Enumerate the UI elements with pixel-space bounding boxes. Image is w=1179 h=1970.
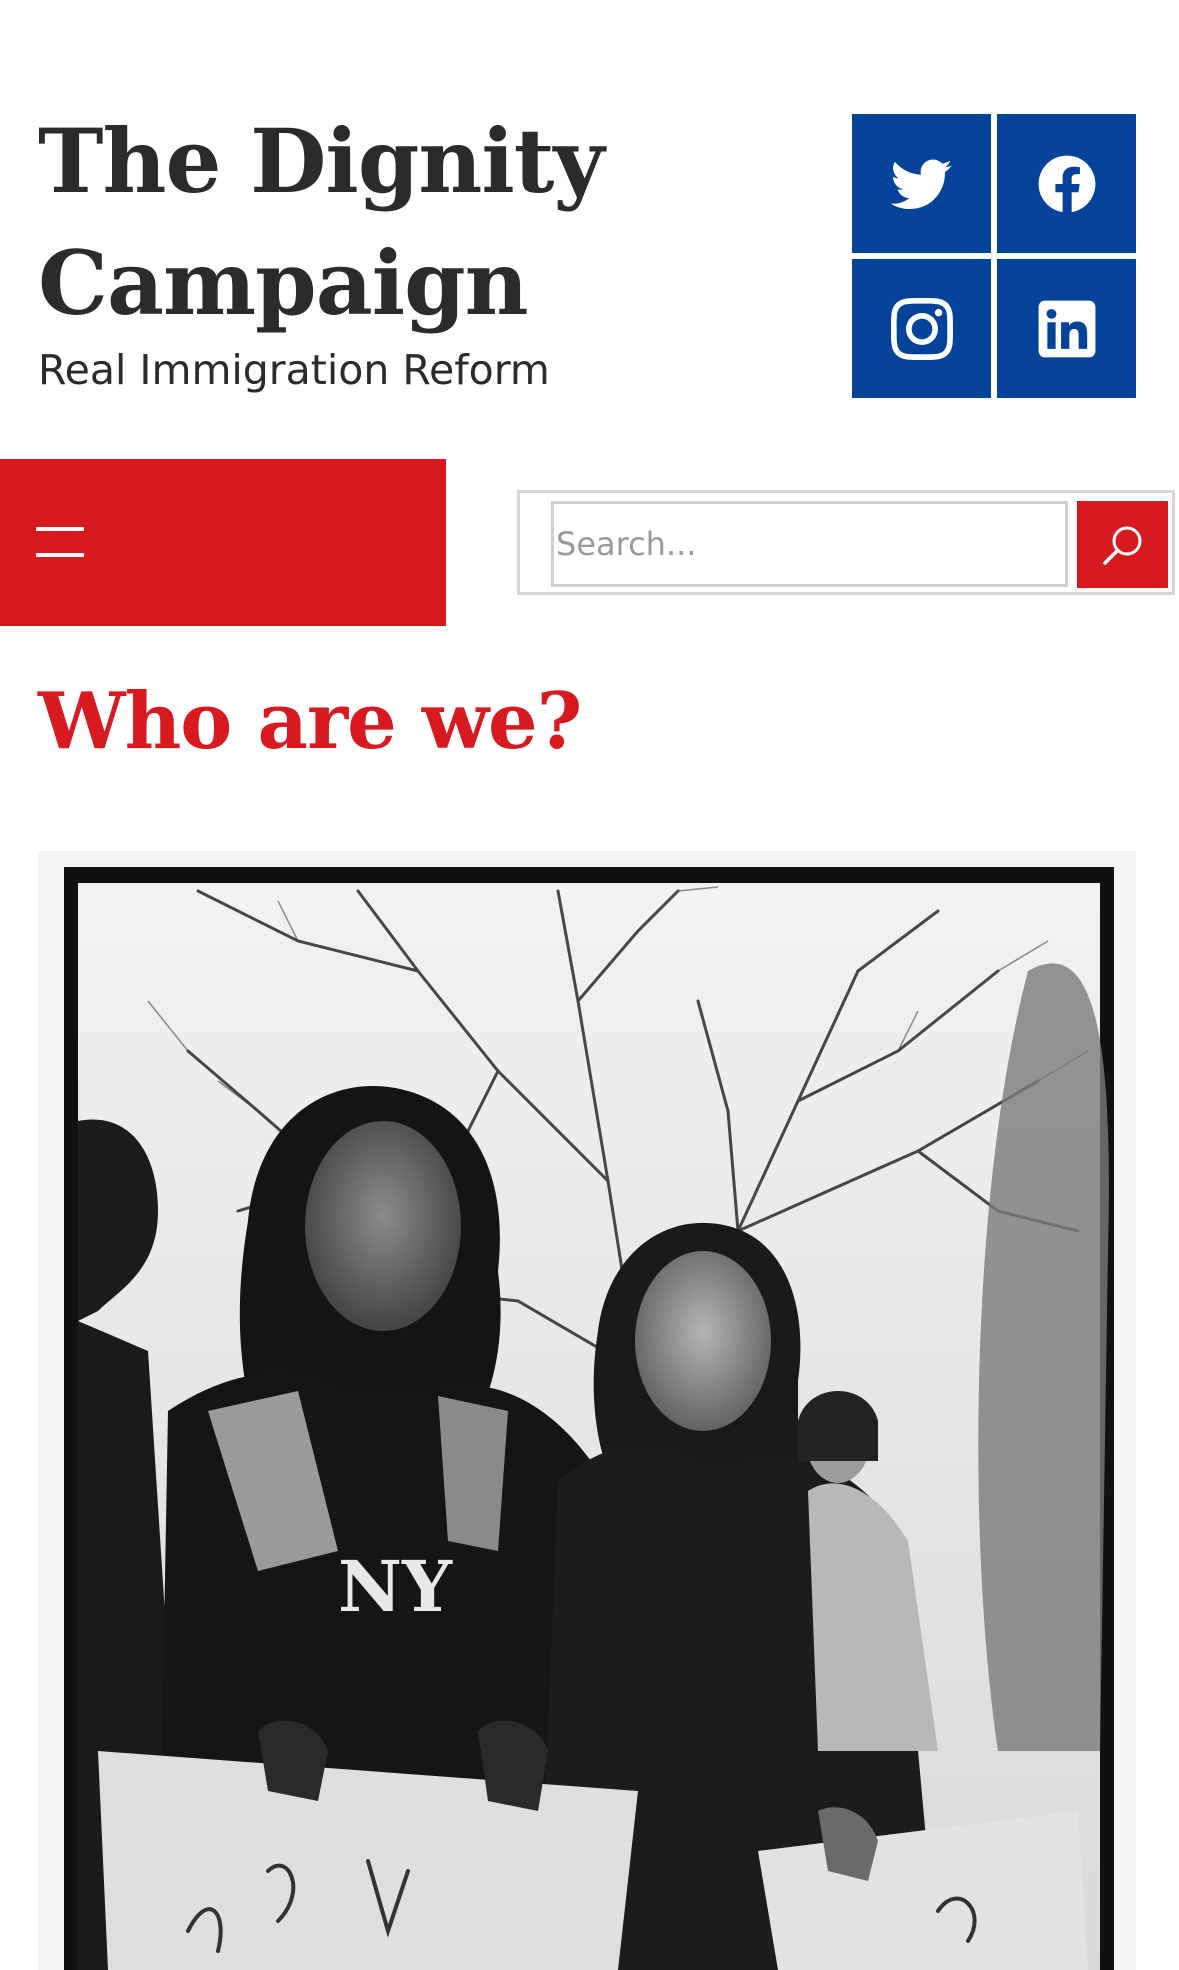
search-form	[517, 490, 1175, 595]
instagram-link[interactable]	[852, 259, 991, 398]
instagram-icon	[890, 297, 953, 360]
photo-illustration: NY	[38, 851, 1136, 1970]
search-icon	[1102, 526, 1141, 565]
hamburger-menu-icon[interactable]	[36, 527, 84, 557]
menu-toggle-bar[interactable]	[0, 459, 446, 626]
search-button[interactable]	[1077, 501, 1168, 588]
twitter-link[interactable]	[852, 114, 991, 253]
site-title[interactable]: The Dignity Campaign	[38, 100, 658, 344]
svg-text:NY: NY	[338, 1545, 453, 1628]
site-tagline: Real Immigration Reform	[38, 346, 550, 394]
hamburger-line	[36, 553, 84, 557]
protest-photo: NY	[38, 851, 1136, 1970]
twitter-icon	[890, 158, 952, 209]
linkedin-icon	[1038, 300, 1095, 357]
hamburger-line	[36, 527, 84, 531]
social-links	[852, 114, 1138, 399]
facebook-link[interactable]	[997, 114, 1136, 253]
search-input[interactable]	[551, 501, 1068, 587]
linkedin-link[interactable]	[997, 259, 1136, 398]
section-heading: Who are we?	[38, 676, 582, 767]
facebook-icon	[1038, 155, 1095, 212]
